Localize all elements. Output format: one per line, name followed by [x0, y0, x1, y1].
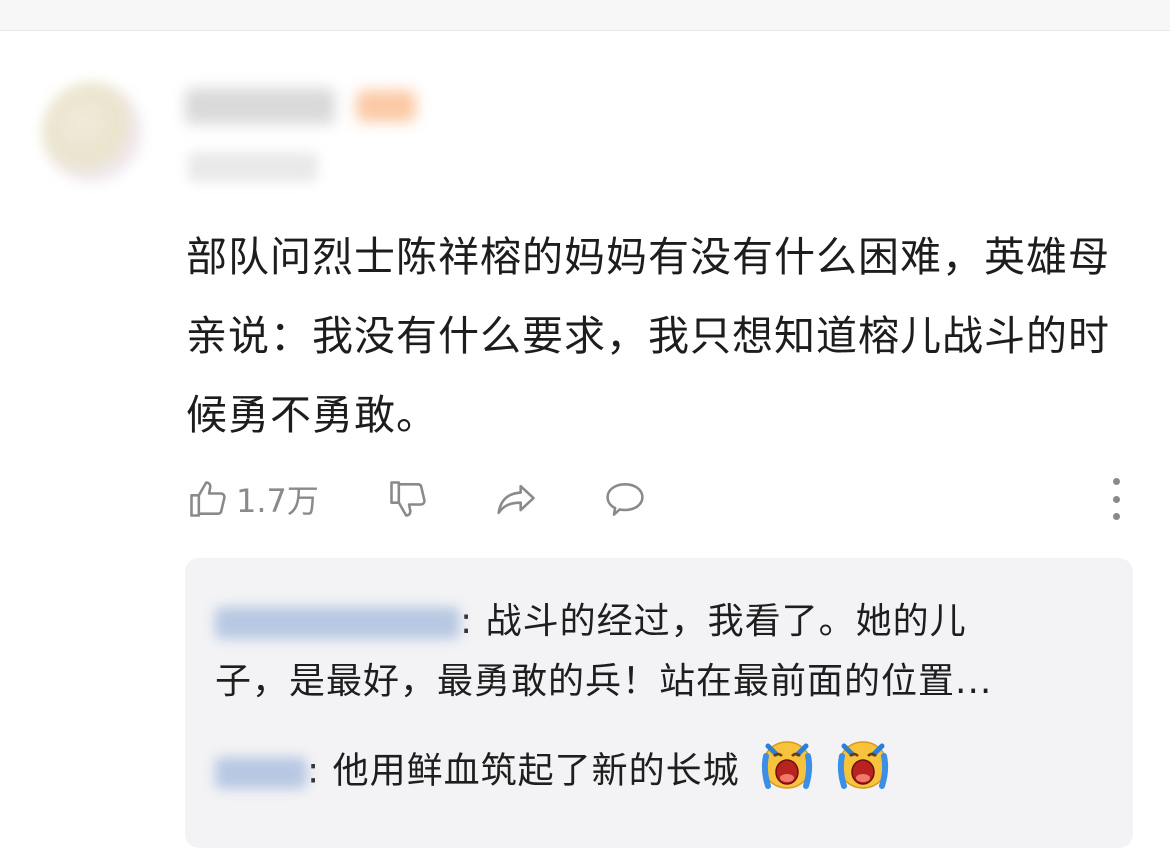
like-count: 1.7万	[236, 482, 319, 520]
share-button[interactable]	[493, 474, 541, 524]
reply-username-redacted[interactable]	[215, 756, 307, 789]
crying-face-icon	[758, 734, 816, 811]
reply-text: : 他用鲜血筑起了新的长城	[307, 750, 740, 792]
crying-face-icon	[834, 734, 892, 811]
thumbs-up-icon	[186, 477, 230, 521]
reply-button[interactable]	[600, 474, 650, 524]
level-badge-redacted	[356, 90, 416, 122]
dislike-button[interactable]	[386, 474, 430, 524]
reply-item-continued: 子，是最好，最勇敢的兵！站在最前面的位置...	[215, 652, 992, 712]
reply-username-redacted[interactable]	[215, 607, 460, 639]
thumbs-down-icon	[386, 477, 430, 521]
like-button[interactable]: 1.7万	[186, 474, 319, 524]
top-divider	[0, 0, 1170, 31]
avatar[interactable]	[42, 82, 142, 182]
reply-item[interactable]: : 战斗的经过，我看了。她的儿	[215, 592, 967, 652]
replies-box: : 战斗的经过，我看了。她的儿 子，是最好，最勇敢的兵！站在最前面的位置... …	[185, 558, 1133, 848]
comment-bubble-icon	[600, 477, 650, 521]
username-redacted[interactable]	[185, 88, 335, 124]
reply-item[interactable]: : 他用鲜血筑起了新的长城	[215, 734, 892, 811]
reply-text: : 战斗的经过，我看了。她的儿	[460, 601, 967, 642]
share-icon	[493, 477, 541, 521]
comment-actions: 1.7万	[186, 474, 1131, 524]
more-vertical-icon[interactable]	[1101, 478, 1131, 520]
comment-meta-redacted	[188, 152, 318, 182]
reply-text-continued: 子，是最好，最勇敢的兵！站在最前面的位置...	[215, 661, 993, 702]
comment-text: 部队问烈士陈祥榕的妈妈有没有什么困难，英雄母亲说：我没有什么要求，我只想知道榕儿…	[186, 233, 1110, 439]
